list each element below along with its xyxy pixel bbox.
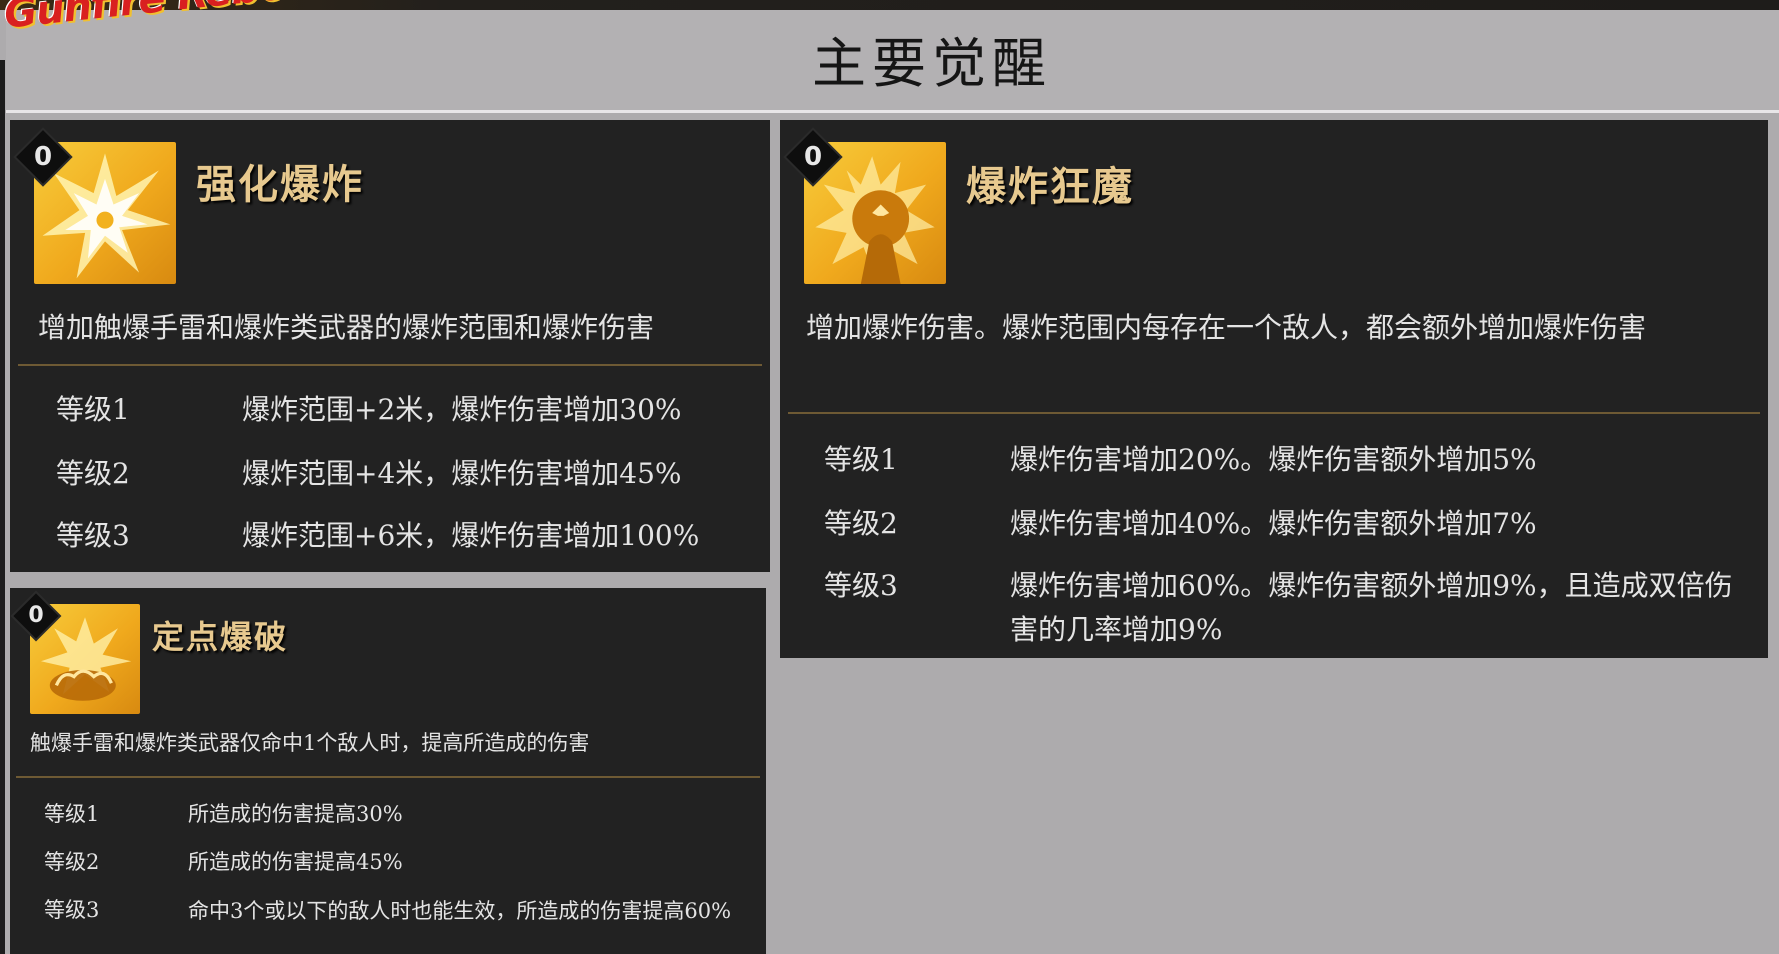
badge-number: 0 (803, 142, 823, 172)
level-effect: 爆炸伤害增加20%。爆炸伤害额外增加5% (1010, 443, 1537, 476)
level-label: 等级2 (56, 457, 130, 490)
skill-description: 增加爆炸伤害。爆炸范围内每存在一个敌人，都会额外增加爆炸伤害 (806, 311, 1647, 344)
level-effect: 爆炸范围+4米，爆炸伤害增加45% (242, 457, 682, 490)
level-effect: 所造成的伤害提高30% (188, 802, 403, 826)
awakening-card-enhanced-explosion[interactable]: 0 强化爆炸 增加触爆手雷和爆炸类武器的爆炸范围和爆炸伤害 等级1 爆炸范围+2… (10, 120, 770, 572)
level-label: 等级3 (824, 569, 898, 602)
level-effect: 爆炸伤害增加40%。爆炸伤害额外增加7% (1010, 507, 1537, 540)
awakening-card-explosion-maniac[interactable]: 0 爆炸狂魔 增加爆炸伤害。爆炸范围内每存在一个敌人，都会额外增加爆炸伤害 等级… (780, 120, 1768, 658)
level-label: 等级1 (44, 802, 100, 826)
divider (16, 776, 760, 778)
skill-name: 定点爆破 (152, 618, 289, 656)
logo-text: Gunfire Reborn (2, 0, 332, 38)
level-effect: 命中3个或以下的敌人时也能生效，所造成的伤害提高60% (188, 899, 732, 923)
level-label: 等级2 (44, 850, 100, 874)
skill-description: 触爆手雷和爆炸类武器仅命中1个敌人时，提高所造成的伤害 (30, 731, 590, 755)
level-label: 等级1 (56, 393, 130, 426)
skill-name: 爆炸狂魔 (966, 163, 1134, 210)
left-edge (0, 60, 5, 954)
divider (788, 412, 1760, 414)
level-label: 等级2 (824, 507, 898, 540)
badge-number: 0 (28, 603, 44, 628)
game-logo: Gunfire Reborn (2, 0, 332, 52)
awakening-card-fixed-point-blast[interactable]: 0 定点爆破 触爆手雷和爆炸类武器仅命中1个敌人时，提高所造成的伤害 等级1 所… (10, 588, 766, 954)
level-effect: 爆炸范围+2米，爆炸伤害增加30% (242, 393, 682, 426)
level-label: 等级3 (44, 898, 100, 922)
level-effect: 爆炸范围+6米，爆炸伤害增加100% (242, 519, 700, 552)
level-effect: 所造成的伤害提高45% (188, 850, 403, 874)
divider (18, 364, 762, 366)
badge-number: 0 (33, 142, 53, 172)
skill-name: 强化爆炸 (196, 161, 364, 208)
level-label: 等级3 (56, 519, 130, 552)
skill-description: 增加触爆手雷和爆炸类武器的爆炸范围和爆炸伤害 (38, 311, 655, 344)
level-label: 等级1 (824, 443, 898, 476)
level-effect: 爆炸伤害增加60%。爆炸伤害额外增加9%，且造成双倍伤害的几率增加9% (1010, 569, 1733, 646)
